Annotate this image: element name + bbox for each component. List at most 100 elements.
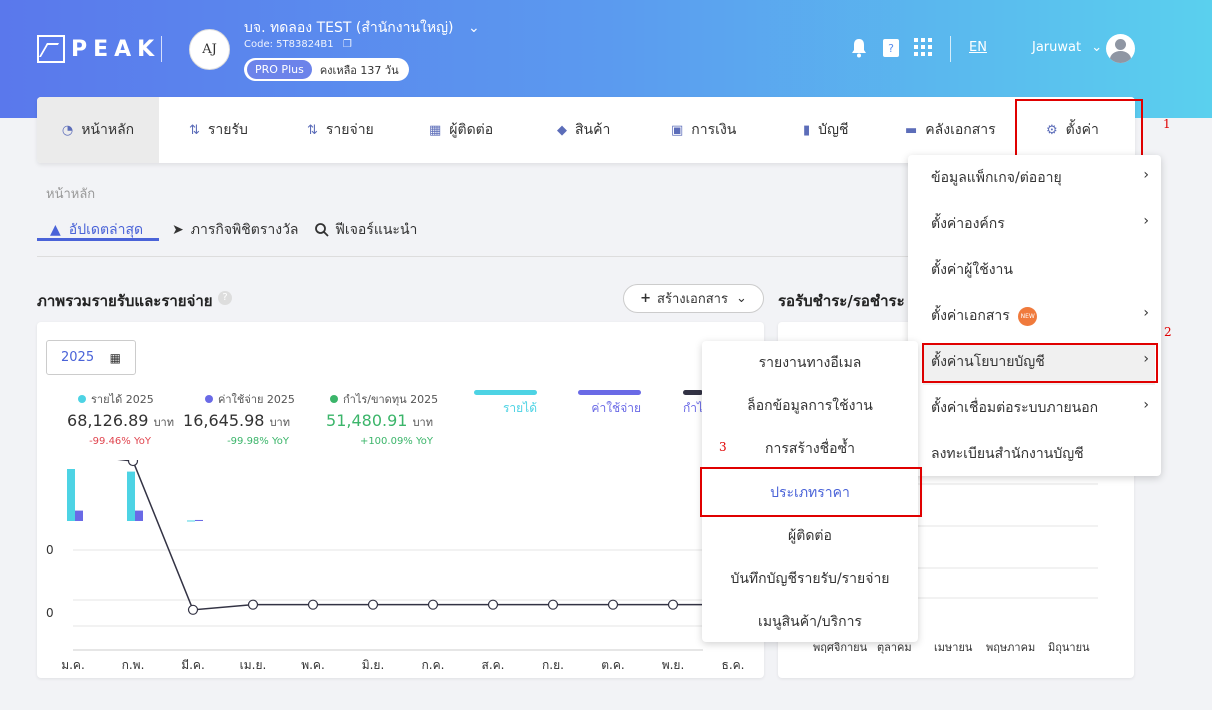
breadcrumb[interactable]: หน้าหลัก <box>46 183 95 204</box>
language-switch[interactable]: EN <box>969 40 987 55</box>
question-icon[interactable]: ? <box>218 291 232 305</box>
help-book-icon[interactable]: ? <box>882 38 900 58</box>
company-selector[interactable]: บจ. ทดลอง TEST (สำนักงานใหญ่) ⌄ <box>244 17 480 39</box>
month-label: พ.ย. <box>661 658 685 672</box>
plan-badge[interactable]: PRO Plus คงเหลือ 137 วัน <box>244 58 409 81</box>
tab-features[interactable]: ฟีเจอร์แนะนำ <box>315 219 417 241</box>
legend-income-bar <box>474 390 537 395</box>
stat-profit-value-row: 51,480.91 บาท <box>313 411 433 431</box>
overview-chart <box>67 460 703 651</box>
menu-item-organization-label: ตั้งค่าองค์กร <box>931 216 1005 232</box>
nav-accounting[interactable]: ▮ บัญชี <box>803 97 848 163</box>
month-label: ต.ค. <box>601 658 625 672</box>
user-avatar[interactable] <box>1106 34 1135 63</box>
nav-documents-label: คลังเอกสาร <box>925 122 996 138</box>
legend-expense-label[interactable]: ค่าใช้จ่าย <box>578 399 641 418</box>
chevron-right-icon: › <box>1143 213 1149 229</box>
stat-expense-yoy: -99.98% YoY <box>227 436 289 447</box>
new-badge: NEW <box>1018 306 1038 326</box>
receivables-grid <box>918 483 1098 599</box>
month-label: มิ.ย. <box>361 658 385 672</box>
nav-contacts-label: ผู้ติดต่อ <box>449 122 494 138</box>
nav-home[interactable]: ◔ หน้าหลัก <box>37 97 159 163</box>
submenu-usage-lock[interactable]: ล็อกข้อมูลการใช้งาน <box>702 395 918 417</box>
nav-finance[interactable]: ▣ การเงิน <box>671 97 736 163</box>
annotation-box-2 <box>922 343 1158 383</box>
submenu-income-expense[interactable]: บันทึกบัญชีรายรับ/รายจ่าย <box>702 568 918 590</box>
stat-profit: กำไร/ขาดทุน 2025 <box>330 390 480 408</box>
menu-item-integrations-label: ตั้งค่าเชื่อมต่อระบบภายนอก <box>931 400 1099 416</box>
book-icon: ▮ <box>803 122 811 138</box>
profit-point <box>307 599 319 610</box>
annotation-number-3: 3 <box>719 440 727 454</box>
receivables-month-5: มิถุนายน <box>1048 641 1090 654</box>
company-code-row: Code: 5T83824B1 ❐ <box>244 39 352 50</box>
overview-title: ภาพรวมรายรับและรายจ่าย <box>37 292 213 310</box>
nav-home-label: หน้าหลัก <box>81 122 135 138</box>
menu-item-package[interactable]: ข้อมูลแพ็กเกจ/ต่ออายุ › <box>931 167 1161 189</box>
month-label: มี.ค. <box>181 658 205 672</box>
profit-point <box>607 599 619 610</box>
submenu-product-service[interactable]: เมนูสินค้า/บริการ <box>702 611 918 633</box>
plus-icon: + <box>640 291 652 306</box>
stat-income-label: รายได้ 2025 <box>91 393 154 406</box>
peak-logo-mark <box>37 35 65 63</box>
legend-income-label[interactable]: รายได้ <box>474 399 537 418</box>
stat-expense-value: 16,645.98 <box>183 411 265 430</box>
profit-point <box>247 599 259 610</box>
profit-point <box>667 599 679 610</box>
axis-zero-label: 0 <box>46 543 54 557</box>
menu-item-integrations[interactable]: ตั้งค่าเชื่อมต่อระบบภายนอก › <box>931 397 1161 419</box>
submenu-contacts[interactable]: ผู้ติดต่อ <box>702 525 918 547</box>
profit-point <box>547 599 559 610</box>
year-selector[interactable]: 2025 ▦ <box>46 340 136 375</box>
menu-item-organization[interactable]: ตั้งค่าองค์กร › <box>931 213 1161 235</box>
menu-item-accounting-office[interactable]: ลงทะเบียนสำนักงานบัญชี <box>931 443 1161 465</box>
stat-expense-unit: บาท <box>269 416 290 429</box>
peak-logo-text: PEAK <box>71 36 161 62</box>
stat-profit-unit: บาท <box>412 416 433 429</box>
main-nav: ◔ หน้าหลัก ⇅ รายรับ ⇅ รายจ่าย ▦ ผู้ติดต่… <box>37 97 1135 163</box>
menu-item-users-label: ตั้งค่าผู้ใช้งาน <box>931 262 1013 278</box>
annotation-box-1 <box>1015 99 1143 157</box>
submenu-duplicate-name[interactable]: การสร้างชื่อซ้ำ <box>702 438 918 460</box>
peak-logo[interactable]: PEAK <box>37 35 160 63</box>
income-bar <box>187 520 195 522</box>
annotation-number-2: 2 <box>1164 325 1172 339</box>
profit-line <box>117 460 703 611</box>
header-divider <box>161 36 162 62</box>
copy-icon[interactable]: ❐ <box>343 39 352 50</box>
user-menu[interactable]: Jaruwat ⌄ <box>1032 40 1102 55</box>
nav-finance-label: การเงิน <box>691 122 737 138</box>
month-label: ส.ค. <box>481 658 505 672</box>
stat-profit-value: 51,480.91 <box>326 411 408 430</box>
apps-grid-icon[interactable] <box>914 38 932 56</box>
nav-documents[interactable]: ▬ คลังเอกสาร <box>905 97 996 163</box>
nav-expense[interactable]: ⇅ รายจ่าย <box>307 97 374 163</box>
income-icon: ⇅ <box>189 122 200 138</box>
company-avatar[interactable]: AJ <box>189 29 230 70</box>
nav-accounting-label: บัญชี <box>818 122 849 138</box>
expense-bar <box>135 510 143 521</box>
menu-item-documents-label: ตั้งค่าเอกสาร <box>931 308 1010 324</box>
folder-icon: ▬ <box>905 122 918 138</box>
month-label: ม.ค. <box>61 658 85 672</box>
stat-expense-value-row: 16,645.98 บาท <box>170 411 290 431</box>
create-document-button[interactable]: + สร้างเอกสาร ⌄ <box>623 284 764 313</box>
tab-missions[interactable]: ➤ ภารกิจพิชิตรางวัล <box>172 219 299 241</box>
nav-products[interactable]: ◆ สินค้า <box>557 97 610 163</box>
nav-income[interactable]: ⇅ รายรับ <box>189 97 248 163</box>
svg-text:?: ? <box>888 42 894 55</box>
nav-contacts[interactable]: ▦ ผู้ติดต่อ <box>429 97 493 163</box>
rocket-icon: ➤ <box>172 222 184 238</box>
bell-icon[interactable] <box>850 38 868 58</box>
megaphone-icon: ▲ <box>50 222 61 238</box>
legend-profit-label[interactable]: กำไ <box>683 399 703 418</box>
search-icon <box>315 223 329 237</box>
menu-item-users[interactable]: ตั้งค่าผู้ใช้งาน <box>931 259 1161 281</box>
month-label: เม.ย. <box>239 658 267 672</box>
menu-item-documents[interactable]: ตั้งค่าเอกสาร NEW › <box>931 305 1161 327</box>
submenu-email-report[interactable]: รายงานทางอีเมล <box>702 352 918 374</box>
month-label: ก.ย. <box>542 658 564 672</box>
expense-bar <box>75 510 83 521</box>
